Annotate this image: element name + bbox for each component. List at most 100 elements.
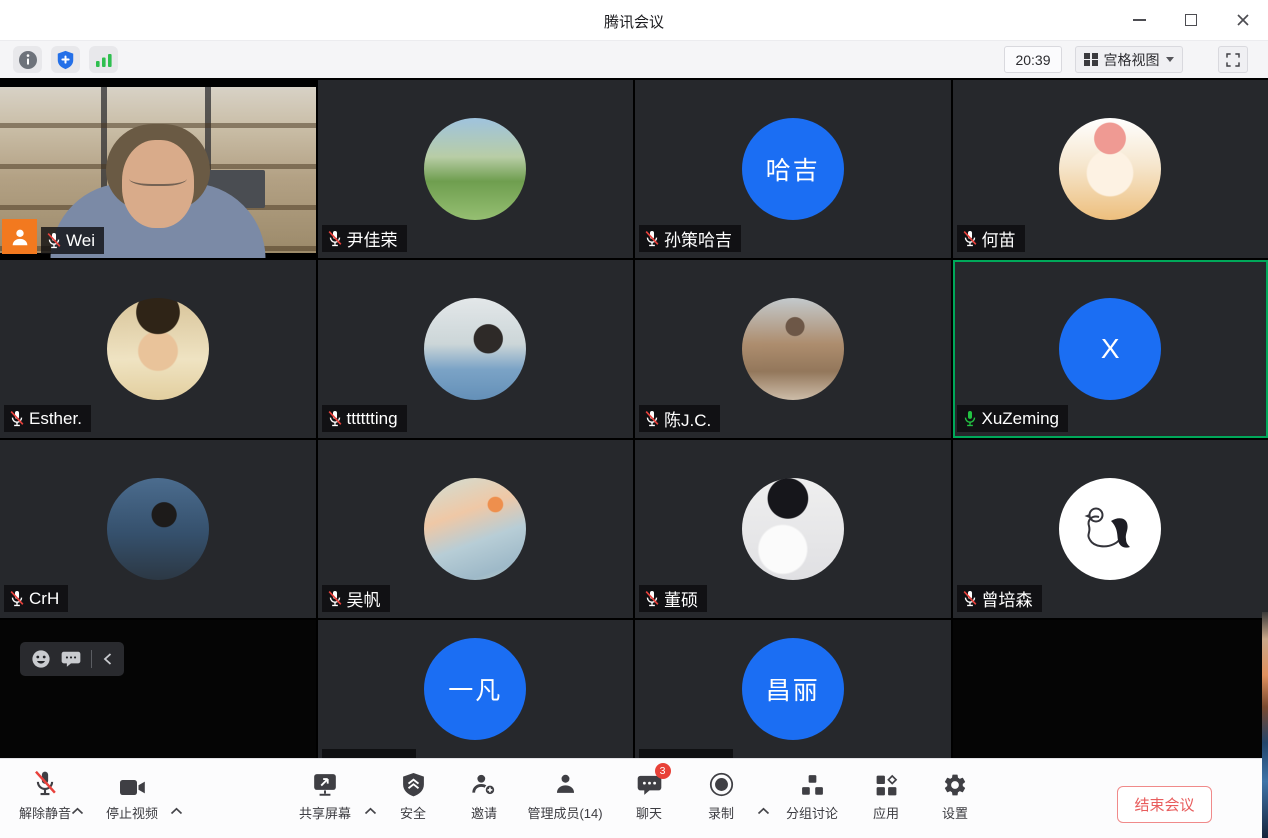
participant-name: tttttting — [347, 409, 398, 429]
participant-tile[interactable]: Esther. — [0, 260, 316, 438]
avatar-initials: 哈吉 — [742, 118, 844, 220]
participant-tile-video-off[interactable] — [0, 620, 316, 758]
participant-name-label-clipped — [322, 749, 416, 758]
participant-tile[interactable]: 陈J.C. — [635, 260, 951, 438]
apps-icon — [874, 773, 899, 798]
participant-name: 陈J.C. — [664, 406, 711, 431]
window-title: 腾讯会议 — [0, 11, 1268, 32]
meeting-info-icon — [18, 50, 38, 70]
reaction-toolbar — [20, 642, 124, 676]
participant-tile[interactable]: CrH — [0, 440, 316, 618]
participant-name-label: Wei — [41, 227, 104, 254]
participant-tile[interactable]: 哈吉 孙策哈吉 — [635, 80, 951, 258]
network-signal-icon — [95, 52, 113, 68]
participant-name-label-clipped — [639, 749, 733, 758]
participant-tile[interactable]: 尹佳荣 — [318, 80, 634, 258]
mic-muted-icon — [962, 590, 978, 608]
security-shield-icon — [401, 772, 426, 798]
participant-name: 孙策哈吉 — [664, 226, 732, 251]
maximize-icon — [1185, 14, 1197, 26]
participant-name: 曾培森 — [982, 586, 1033, 611]
view-mode-label: 宫格视图 — [1104, 50, 1160, 70]
participant-tile[interactable]: 吴帆 — [318, 440, 634, 618]
avatar — [424, 478, 526, 580]
mic-on-icon — [962, 410, 978, 428]
participant-name-label: 吴帆 — [322, 585, 390, 612]
security-protect-button[interactable] — [51, 46, 80, 73]
divider — [91, 650, 92, 668]
camera-icon — [119, 777, 146, 798]
mic-muted-icon — [46, 232, 62, 250]
chat-bubble-icon[interactable] — [61, 650, 81, 668]
meeting-statusbar: 20:39 宫格视图 — [0, 40, 1268, 78]
participant-tile-wei[interactable]: Wei — [0, 80, 316, 258]
participant-name-label: CrH — [4, 585, 68, 612]
video-grid: Wei 尹佳荣 哈吉 孙策哈吉 何苗 Esther. — [0, 78, 1268, 758]
participant-name: 尹佳荣 — [347, 226, 398, 251]
chevron-down-icon — [1166, 57, 1174, 62]
participant-tile[interactable]: 一凡 — [318, 620, 634, 758]
fullscreen-button[interactable] — [1218, 46, 1248, 73]
participant-name: XuZeming — [982, 409, 1059, 429]
mic-muted-icon — [962, 230, 978, 248]
view-mode-selector[interactable]: 宫格视图 — [1075, 46, 1183, 73]
settings-gear-icon — [942, 772, 968, 798]
mic-muted-icon — [327, 230, 343, 248]
share-screen-icon — [312, 772, 338, 798]
end-meeting-button[interactable]: 结束会议 — [1117, 786, 1212, 823]
avatar — [107, 478, 209, 580]
participant-tile-active-speaker[interactable]: X XuZeming — [953, 260, 1268, 438]
chat-unread-badge: 3 — [655, 763, 671, 779]
mic-muted-icon — [32, 770, 58, 798]
grid-view-icon — [1084, 53, 1098, 67]
record-button[interactable]: 录制 — [673, 770, 769, 822]
participant-name-label: 曾培森 — [957, 585, 1042, 612]
avatar — [1059, 118, 1161, 220]
breakout-rooms-icon — [800, 773, 825, 798]
network-signal-button[interactable] — [89, 46, 118, 73]
collapse-arrow-icon[interactable] — [102, 652, 113, 666]
window-titlebar: 腾讯会议 — [0, 0, 1268, 40]
minimize-button[interactable] — [1122, 5, 1156, 35]
members-icon — [553, 772, 578, 798]
participant-tile[interactable]: 何苗 — [953, 80, 1268, 258]
participant-tile[interactable]: 昌丽 — [635, 620, 951, 758]
participant-tile[interactable]: 曾培森 — [953, 440, 1268, 618]
mic-muted-icon — [9, 410, 25, 428]
close-button[interactable] — [1226, 5, 1260, 35]
mic-muted-icon — [327, 410, 343, 428]
avatar — [742, 478, 844, 580]
video-options-chevron[interactable] — [170, 802, 183, 820]
share-screen-button[interactable]: 共享屏幕 — [277, 770, 373, 822]
participant-name-label: 董硕 — [639, 585, 707, 612]
next-tile-edge-sliver — [1262, 612, 1268, 838]
avatar-initials: 一凡 — [424, 638, 526, 740]
participant-name: 何苗 — [982, 226, 1016, 251]
mic-muted-icon — [644, 410, 660, 428]
mic-muted-icon — [9, 590, 25, 608]
participant-tile[interactable]: tttttting — [318, 260, 634, 438]
avatar — [1059, 478, 1161, 580]
fullscreen-icon — [1225, 52, 1241, 68]
mic-muted-icon — [327, 590, 343, 608]
mute-options-chevron[interactable] — [71, 802, 84, 820]
participant-name: CrH — [29, 589, 59, 609]
participant-name-label: XuZeming — [957, 405, 1068, 432]
emoji-reaction-icon[interactable] — [31, 649, 51, 669]
participant-tile-empty[interactable] — [953, 620, 1268, 758]
avatar — [424, 298, 526, 400]
participant-name: 吴帆 — [347, 586, 381, 611]
close-icon — [1236, 13, 1250, 27]
maximize-button[interactable] — [1174, 5, 1208, 35]
minimize-icon — [1133, 19, 1146, 21]
settings-button[interactable]: 设置 — [907, 770, 1003, 822]
goose-drawing-icon — [1077, 499, 1143, 559]
meeting-time: 20:39 — [1004, 46, 1062, 73]
meeting-info-button[interactable] — [13, 46, 42, 73]
participant-tile[interactable]: 董硕 — [635, 440, 951, 618]
avatar — [424, 118, 526, 220]
manage-members-button[interactable]: 管理成员(14) — [517, 770, 613, 822]
host-badge-icon — [2, 219, 37, 254]
stop-video-button[interactable]: 停止视频 — [84, 770, 180, 822]
participant-name-label: tttttting — [322, 405, 407, 432]
